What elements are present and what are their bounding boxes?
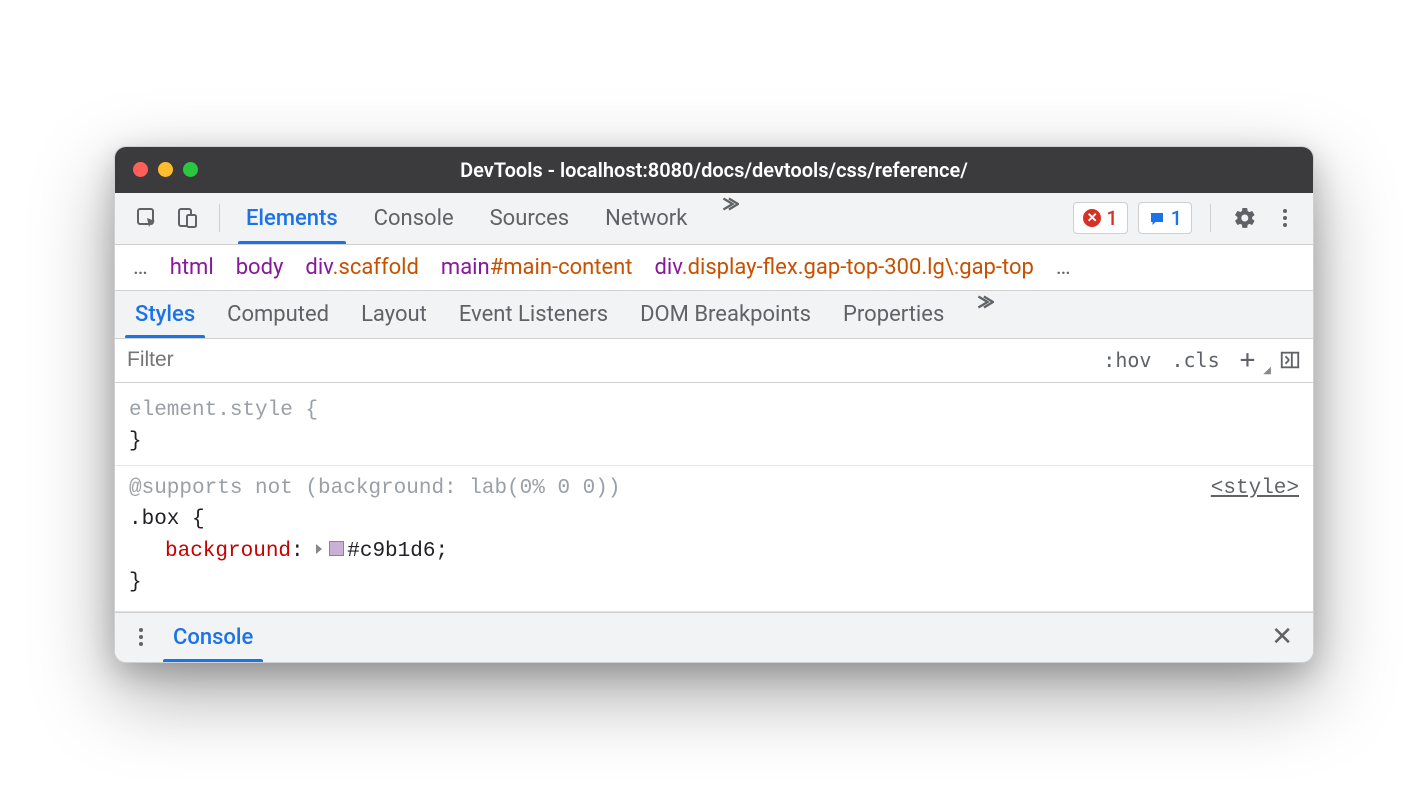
subtab-computed[interactable]: Computed (211, 291, 345, 338)
main-tabs: Elements Console Sources Network (228, 193, 751, 244)
subtab-layout[interactable]: Layout (345, 291, 443, 338)
dom-breadcrumb: … html body div.scaffold main#main-conte… (115, 245, 1313, 291)
subtab-properties[interactable]: Properties (827, 291, 960, 338)
tab-network[interactable]: Network (587, 193, 705, 244)
titlebar: DevTools - localhost:8080/docs/devtools/… (115, 147, 1313, 193)
hov-toggle[interactable]: :hov (1093, 348, 1161, 372)
drawer-tab-console[interactable]: Console (155, 613, 271, 662)
divider (1210, 204, 1211, 232)
declaration-row[interactable]: background: #c9b1d6; (129, 536, 1299, 568)
property-value[interactable]: #c9b1d6 (347, 540, 435, 563)
devtools-window: DevTools - localhost:8080/docs/devtools/… (114, 146, 1314, 663)
style-source-link[interactable]: <style> (1211, 473, 1299, 505)
selector-box[interactable]: .box { (129, 508, 205, 531)
computed-panel-toggle-icon[interactable] (1279, 349, 1301, 371)
breadcrumb-main[interactable]: main#main-content (441, 255, 633, 280)
window-controls (133, 162, 198, 177)
element-style-rule[interactable]: element.style { } (129, 391, 1299, 462)
toolbar-left (123, 202, 211, 234)
breadcrumb-html[interactable]: html (170, 255, 214, 280)
breadcrumb-ellipsis-right[interactable]: … (1056, 255, 1071, 280)
device-toolbar-icon[interactable] (171, 202, 203, 234)
issues-count: 1 (1171, 206, 1182, 230)
supports-rule[interactable]: <style> @supports not (background: lab(0… (129, 469, 1299, 603)
breadcrumb-div-scaffold[interactable]: div.scaffold (305, 255, 419, 280)
styles-subtabs: Styles Computed Layout Event Listeners D… (115, 291, 1313, 339)
close-window-button[interactable] (133, 162, 148, 177)
kebab-menu-icon[interactable] (1271, 209, 1299, 227)
color-swatch[interactable] (329, 541, 344, 556)
cls-toggle[interactable]: .cls (1161, 348, 1229, 372)
drawer-menu-icon[interactable] (127, 628, 155, 646)
close-brace: } (129, 430, 142, 453)
issues-badge[interactable]: 1 (1138, 202, 1192, 234)
tab-console[interactable]: Console (356, 193, 472, 244)
subtab-styles[interactable]: Styles (119, 291, 211, 338)
close-drawer-button[interactable]: ✕ (1263, 622, 1301, 652)
breadcrumb-ellipsis-left[interactable]: … (133, 255, 148, 280)
issues-icon (1148, 209, 1166, 227)
errors-count: 1 (1106, 206, 1117, 230)
minimize-window-button[interactable] (158, 162, 173, 177)
settings-icon[interactable] (1229, 202, 1261, 234)
more-tabs-icon[interactable] (705, 193, 751, 244)
rule-separator (115, 465, 1313, 466)
close-brace: } (129, 571, 142, 594)
property-name[interactable]: background (165, 540, 291, 563)
resize-corner-icon[interactable]: ◢ (1263, 365, 1271, 376)
window-title: DevTools - localhost:8080/docs/devtools/… (131, 158, 1297, 182)
main-toolbar: Elements Console Sources Network ✕ 1 1 (115, 193, 1313, 245)
error-icon: ✕ (1083, 209, 1101, 227)
toolbar-right: ✕ 1 1 (1073, 202, 1305, 234)
tab-elements[interactable]: Elements (228, 193, 356, 244)
errors-badge[interactable]: ✕ 1 (1073, 202, 1127, 234)
more-subtabs-icon[interactable] (960, 291, 1006, 338)
breadcrumb-div-flex[interactable]: div.display-flex.gap-top-300.lg\:gap-top (655, 255, 1034, 280)
subtab-event-listeners[interactable]: Event Listeners (443, 291, 624, 338)
new-style-rule-button[interactable]: + (1230, 345, 1266, 375)
styles-filter-input[interactable] (127, 348, 1093, 372)
divider (219, 204, 220, 232)
drawer: Console ✕ (115, 612, 1313, 662)
styles-filter-bar: :hov .cls + ◢ (115, 339, 1313, 383)
element-style-header: element.style { (129, 399, 318, 422)
expand-shorthand-icon[interactable] (316, 544, 322, 554)
at-supports-header: @supports not (background: lab(0% 0 0)) (129, 477, 620, 500)
breadcrumb-body[interactable]: body (236, 255, 284, 280)
inspect-element-icon[interactable] (131, 202, 163, 234)
subtab-dom-breakpoints[interactable]: DOM Breakpoints (624, 291, 827, 338)
styles-pane: element.style { } <style> @supports not … (115, 383, 1313, 612)
maximize-window-button[interactable] (183, 162, 198, 177)
tab-sources[interactable]: Sources (472, 193, 588, 244)
